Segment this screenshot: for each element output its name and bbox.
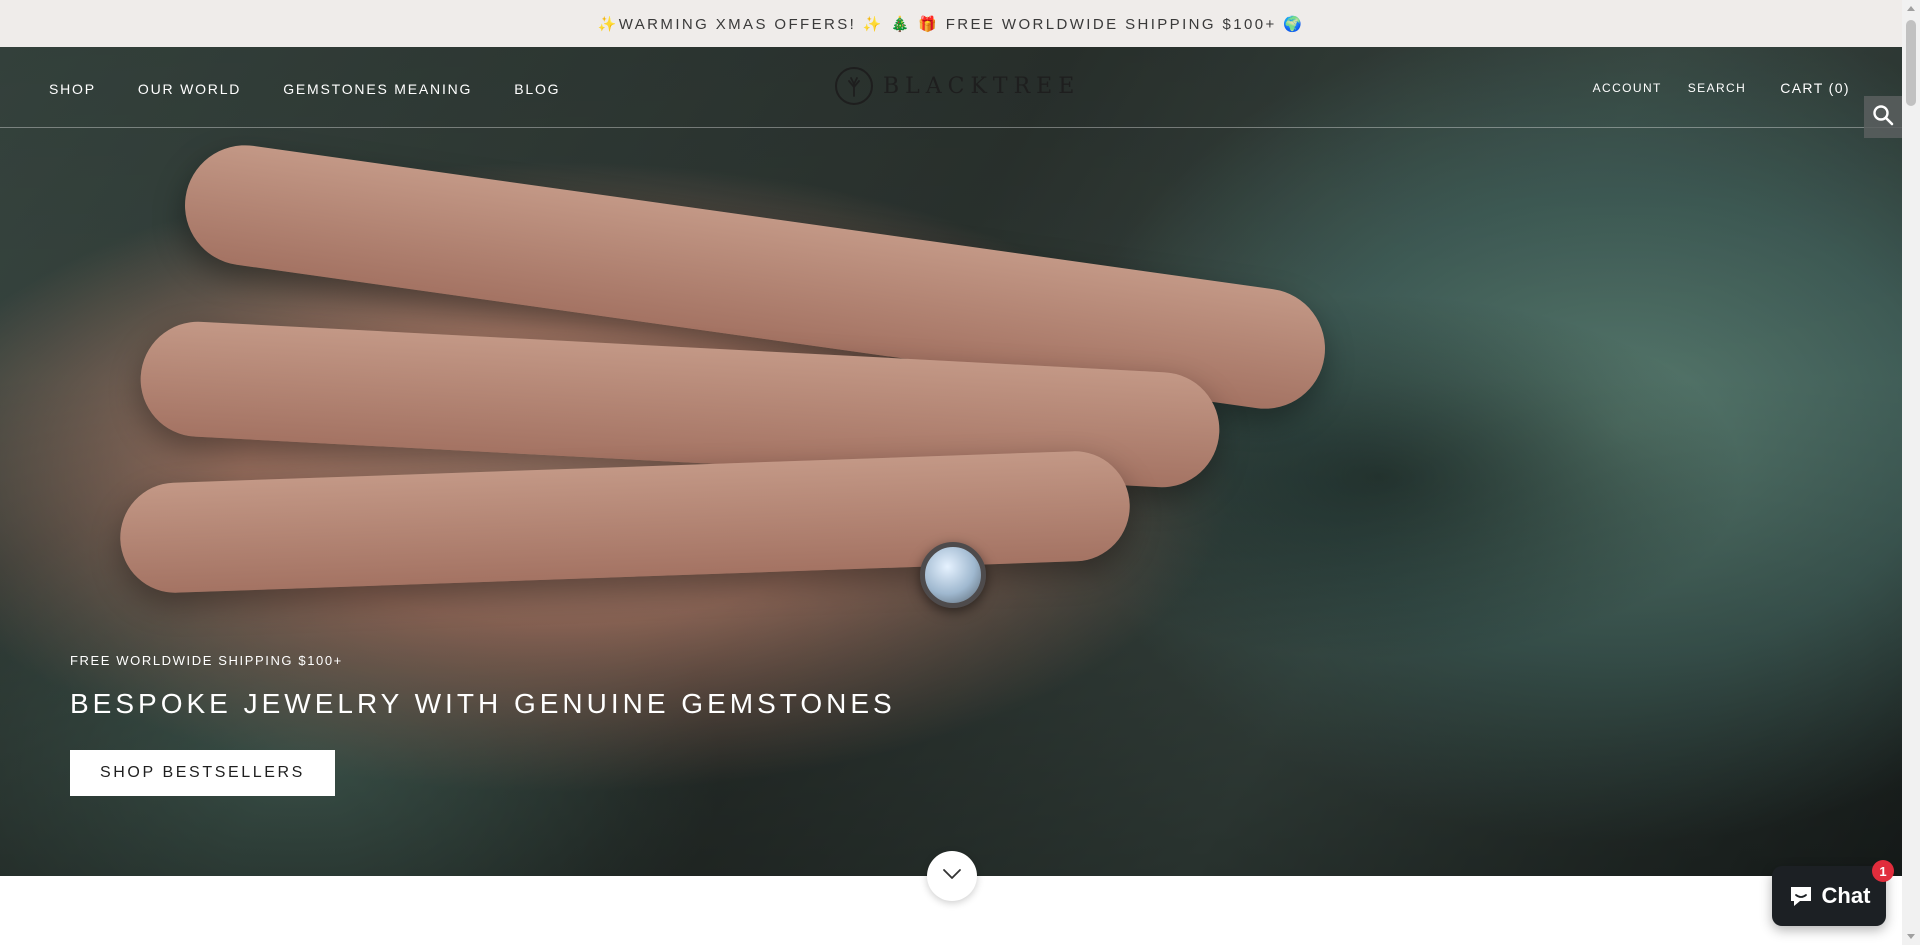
- site-logo[interactable]: BLACKTREE: [835, 67, 1080, 105]
- nav-item-shop[interactable]: SHOP: [49, 81, 96, 97]
- main-nav: SHOP OUR WORLD GEMSTONES MEANING BLOG: [49, 81, 602, 97]
- scroll-up-arrow-icon[interactable]: [1907, 6, 1915, 11]
- nav-item-gemstones-meaning[interactable]: GEMSTONES MEANING: [283, 81, 472, 97]
- nav-item-our-world[interactable]: OUR WORLD: [138, 81, 241, 97]
- chat-label: Chat: [1821, 883, 1871, 908]
- chat-button[interactable]: Chat 1: [1772, 860, 1894, 926]
- scrollbar-thumb[interactable]: [1906, 20, 1916, 106]
- nav-item-blog[interactable]: BLOG: [514, 81, 560, 97]
- hero-banner: SHOP OUR WORLD GEMSTONES MEANING BLOG BL…: [0, 47, 1902, 876]
- chat-bubble-icon: [1788, 884, 1814, 908]
- account-link[interactable]: ACCOUNT: [1593, 81, 1662, 95]
- utility-nav: ACCOUNT SEARCH CART (0): [1567, 80, 1850, 96]
- scroll-down-button[interactable]: [927, 851, 977, 901]
- site-header: SHOP OUR WORLD GEMSTONES MEANING BLOG BL…: [0, 47, 1902, 128]
- hero-content: FREE WORLDWIDE SHIPPING $100+ BESPOKE JE…: [70, 653, 896, 796]
- search-icon: [1872, 104, 1894, 131]
- floating-search-button[interactable]: [1864, 96, 1902, 138]
- hero-kicker: FREE WORLDWIDE SHIPPING $100+: [70, 653, 343, 668]
- cart-link[interactable]: CART (0): [1780, 80, 1850, 96]
- announcement-text: ✨WARMING XMAS OFFERS! ✨ 🎄 🎁 FREE WORLDWI…: [597, 15, 1305, 33]
- tree-icon: [835, 67, 873, 105]
- logo-text: BLACKTREE: [883, 73, 1081, 99]
- page-scrollbar[interactable]: [1902, 0, 1920, 945]
- announcement-bar: ✨WARMING XMAS OFFERS! ✨ 🎄 🎁 FREE WORLDWI…: [0, 0, 1902, 47]
- scroll-down-arrow-icon[interactable]: [1907, 934, 1915, 939]
- chat-notification-badge: 1: [1872, 860, 1894, 882]
- moonstone-ring-image: [920, 542, 986, 608]
- shop-bestsellers-button[interactable]: SHOP BESTSELLERS: [70, 750, 335, 796]
- hero-headline: BESPOKE JEWELRY WITH GENUINE GEMSTONES: [70, 688, 896, 719]
- chevron-down-icon: [941, 867, 963, 886]
- search-link[interactable]: SEARCH: [1688, 81, 1746, 95]
